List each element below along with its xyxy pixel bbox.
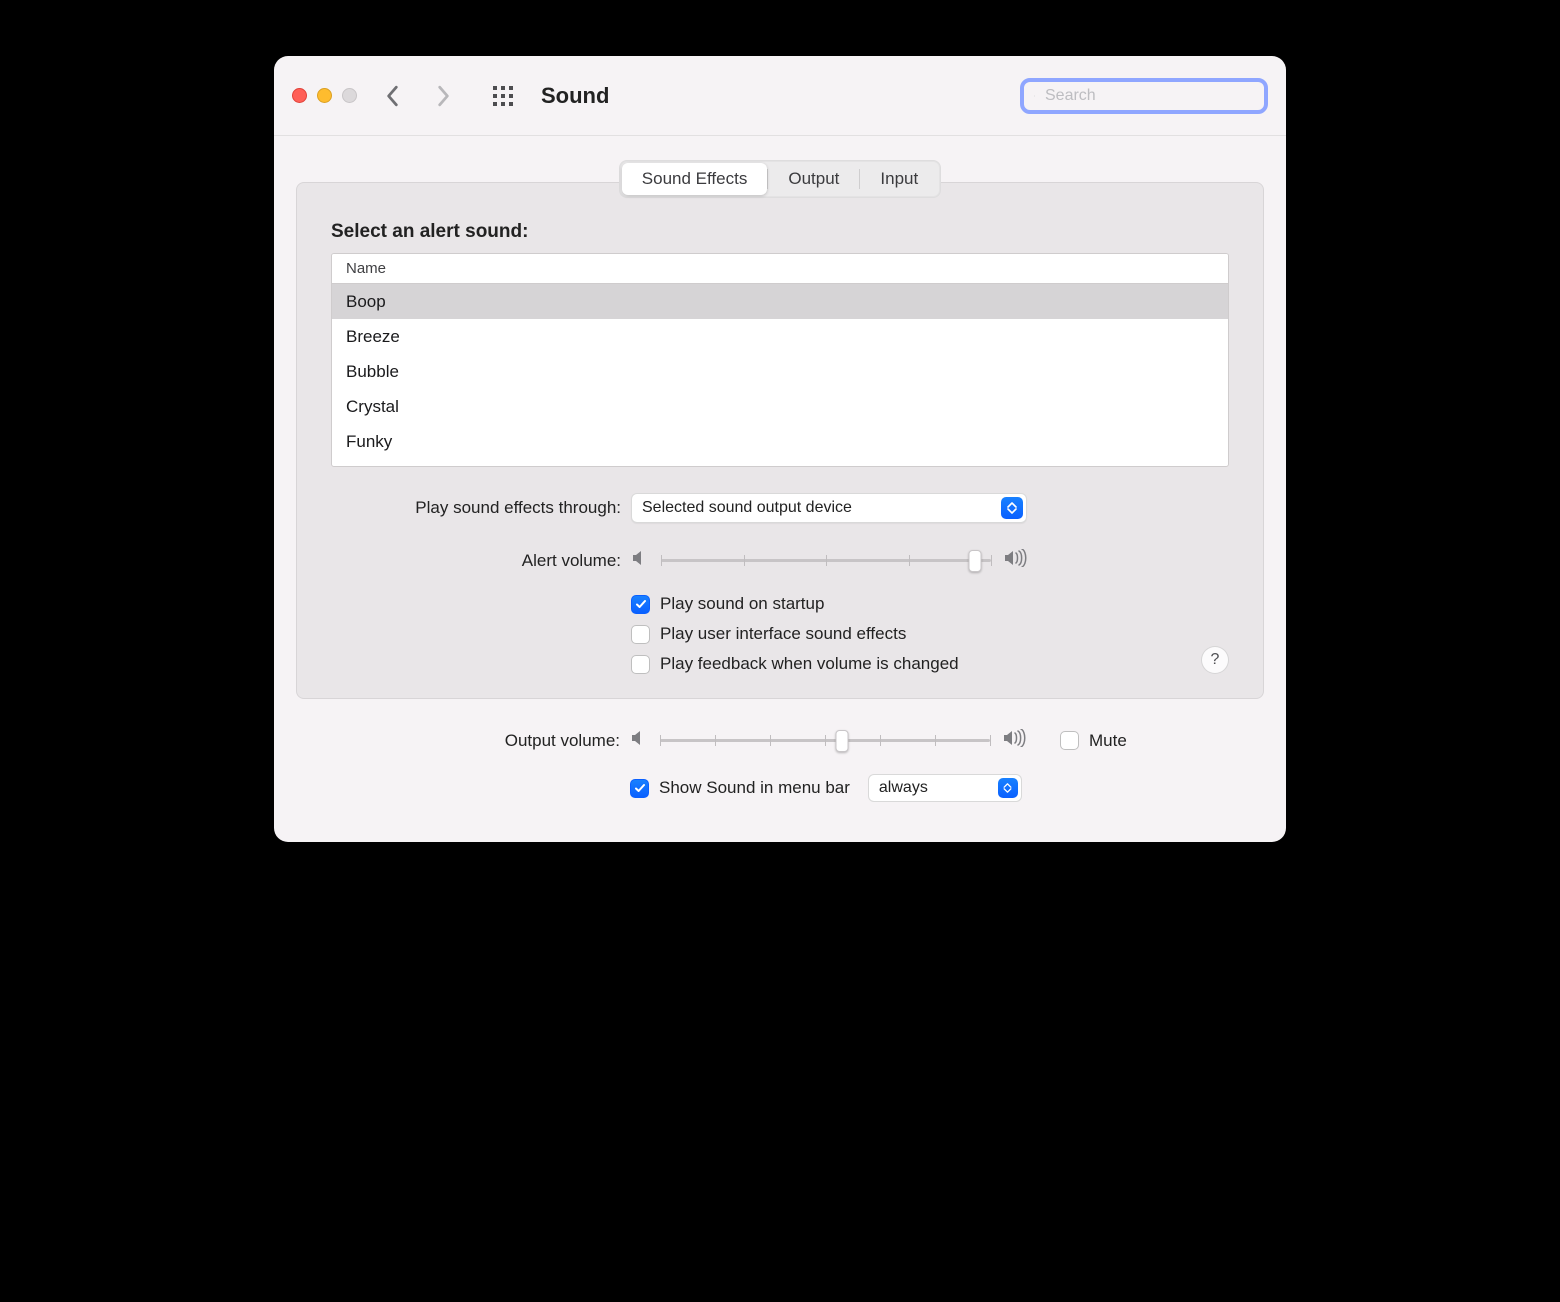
tab-input[interactable]: Input <box>860 163 938 195</box>
tab-sound-effects[interactable]: Sound Effects <box>622 163 768 195</box>
alert-sound-row[interactable]: Breeze <box>332 319 1228 354</box>
show-in-menu-bar-checkbox[interactable]: Show Sound in menu bar <box>630 778 850 798</box>
sound-effects-panel: Select an alert sound: Name BoopBreezeBu… <box>296 182 1264 699</box>
alert-sound-heading: Select an alert sound: <box>331 221 1229 243</box>
alert-sound-list[interactable]: Name BoopBreezeBubbleCrystalFunkyHeroine <box>331 253 1229 467</box>
minimize-window-button[interactable] <box>317 88 332 103</box>
check-play-on-startup-label: Play sound on startup <box>660 594 824 614</box>
popup-stepper-icon <box>998 778 1018 798</box>
alert-volume-thumb[interactable] <box>968 550 981 572</box>
speaker-high-icon <box>1003 549 1027 572</box>
toolbar: Sound <box>274 56 1286 136</box>
footer: Output volume: <box>274 699 1286 842</box>
show-all-button[interactable] <box>483 76 523 116</box>
check-volume-feedback-label: Play feedback when volume is changed <box>660 654 959 674</box>
speaker-low-icon <box>631 549 649 572</box>
close-window-button[interactable] <box>292 88 307 103</box>
window-controls <box>292 88 357 103</box>
back-button[interactable] <box>373 76 413 116</box>
alert-sound-row[interactable]: Crystal <box>332 389 1228 424</box>
tab-bar: Sound Effects Output Input <box>274 160 1286 198</box>
mute-label: Mute <box>1089 731 1127 751</box>
output-volume-slider[interactable] <box>630 729 1026 752</box>
alert-volume-label: Alert volume: <box>522 551 621 571</box>
search-input[interactable] <box>1043 86 1254 106</box>
page-title: Sound <box>541 83 609 109</box>
check-play-on-startup[interactable]: Play sound on startup <box>631 594 1229 614</box>
menu-bar-mode-value: always <box>879 779 928 797</box>
alert-sound-row[interactable]: Bubble <box>332 354 1228 389</box>
alert-sound-row[interactable]: Boop <box>332 284 1228 319</box>
popup-stepper-icon <box>1001 497 1023 519</box>
alert-volume-slider[interactable] <box>631 549 1027 572</box>
sound-prefs-window: Sound Sound Effects Output Input Select … <box>274 56 1286 842</box>
check-ui-sounds[interactable]: Play user interface sound effects <box>631 624 1229 644</box>
play-through-label: Play sound effects through: <box>415 498 621 518</box>
mute-checkbox[interactable]: Mute <box>1060 731 1127 751</box>
output-volume-label: Output volume: <box>505 731 620 751</box>
search-icon <box>1034 88 1035 104</box>
list-header-name: Name <box>332 254 1228 284</box>
chevron-right-icon <box>436 85 450 107</box>
output-volume-thumb[interactable] <box>835 730 848 752</box>
zoom-window-button <box>342 88 357 103</box>
help-button[interactable]: ? <box>1201 646 1229 674</box>
forward-button <box>423 76 463 116</box>
chevron-left-icon <box>386 85 400 107</box>
play-through-popup[interactable]: Selected sound output device <box>631 493 1027 523</box>
speaker-high-icon <box>1002 729 1026 752</box>
play-through-value: Selected sound output device <box>642 499 852 517</box>
speaker-low-icon <box>630 729 648 752</box>
search-field[interactable] <box>1020 78 1268 114</box>
alert-sound-row[interactable]: Funky <box>332 424 1228 459</box>
check-ui-sounds-label: Play user interface sound effects <box>660 624 906 644</box>
check-volume-feedback[interactable]: Play feedback when volume is changed <box>631 654 1229 674</box>
tab-output[interactable]: Output <box>768 163 859 195</box>
alert-sound-row[interactable]: Heroine <box>332 459 1228 464</box>
menu-bar-mode-popup[interactable]: always <box>868 774 1022 802</box>
grid-icon <box>492 85 514 107</box>
show-in-menu-bar-label: Show Sound in menu bar <box>659 778 850 798</box>
